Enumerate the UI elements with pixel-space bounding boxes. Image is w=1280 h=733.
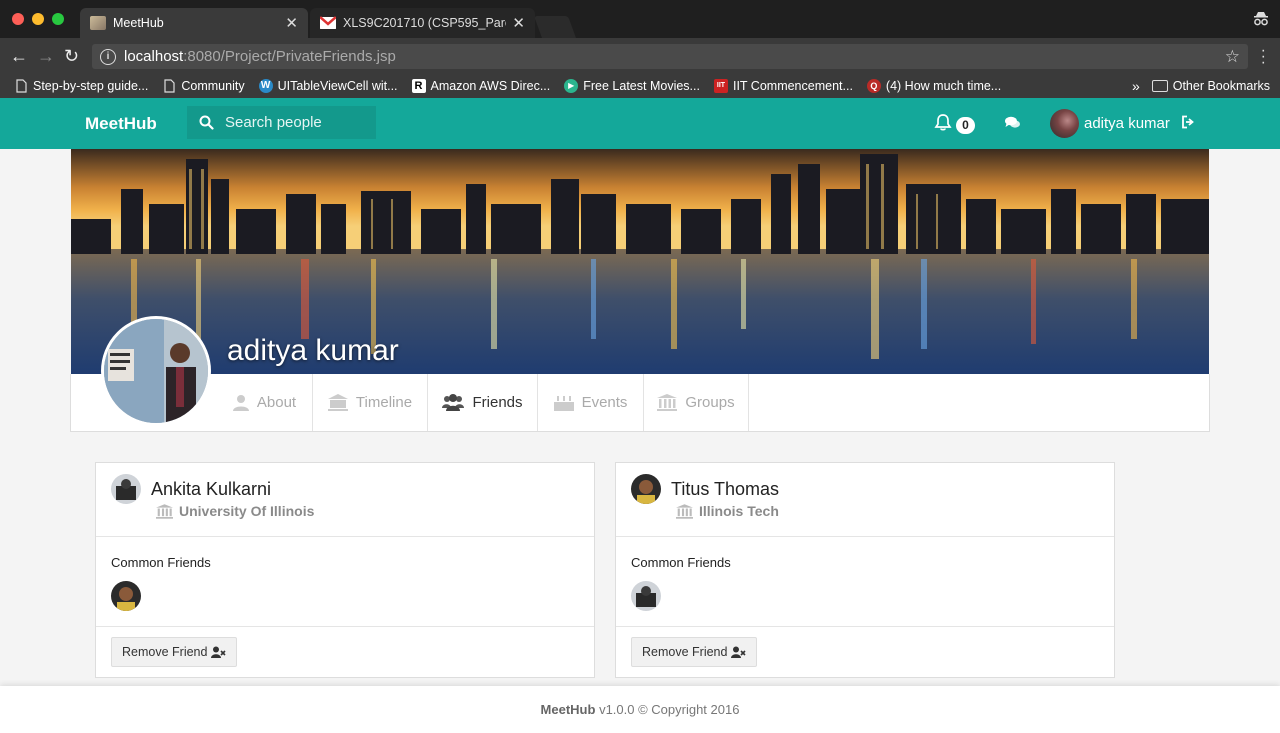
remove-friend-button[interactable]: Remove Friend: [631, 637, 758, 667]
page-footer: MeetHub v1.0.0 © Copyright 2016: [0, 686, 1280, 733]
browser-tab-bar: MeetHub ✕ XLS9C201710 (CSP595_Pare ✕: [0, 0, 1280, 38]
common-friends-section: Common Friends: [616, 537, 1114, 627]
search-icon: [199, 115, 214, 130]
friend-card-footer: Remove Friend: [96, 627, 594, 677]
avatar[interactable]: [1050, 109, 1079, 138]
wordpress-icon: W: [258, 79, 273, 93]
footer-copyright: v1.0.0 © Copyright 2016: [599, 702, 740, 717]
bookmark-item[interactable]: Q (4) How much time...: [866, 79, 1001, 93]
common-friends-label: Common Friends: [631, 555, 731, 570]
more-bookmarks-chevron-icon[interactable]: »: [1132, 78, 1140, 94]
search-box: [187, 106, 376, 139]
url-host: localhost: [124, 48, 184, 65]
site-info-icon[interactable]: i: [100, 48, 116, 65]
user-times-icon: [731, 646, 747, 658]
profile-avatar[interactable]: [101, 316, 211, 426]
search-button[interactable]: [187, 106, 225, 139]
bookmark-star-icon[interactable]: ☆: [1225, 47, 1240, 67]
avatar[interactable]: [631, 581, 661, 611]
incognito-icon: [1254, 12, 1268, 26]
users-icon: [442, 394, 465, 411]
zoom-window-button[interactable]: [52, 13, 64, 25]
avatar[interactable]: [631, 474, 661, 504]
new-tab-button[interactable]: [533, 16, 577, 38]
minimize-window-button[interactable]: [32, 13, 44, 25]
sign-out-icon[interactable]: [1181, 115, 1195, 129]
r-icon: R: [411, 79, 426, 93]
profile-name: aditya kumar: [227, 334, 399, 367]
page-icon: [164, 79, 175, 93]
institution-icon: [156, 503, 173, 519]
browser-tab-meethub[interactable]: MeetHub ✕: [80, 8, 308, 38]
friend-school: Illinois Tech: [676, 503, 779, 519]
reload-icon[interactable]: ↻: [64, 46, 79, 67]
tab-about[interactable]: About: [217, 374, 313, 431]
gmail-icon: [320, 16, 336, 29]
bookmarks-bar: Step-by-step guide... Community W UITable…: [0, 74, 1280, 98]
bookmark-item[interactable]: Community: [162, 79, 245, 93]
browser-toolbar: ← → ↻ i localhost:8080/Project/PrivateFr…: [0, 38, 1280, 74]
other-bookmarks[interactable]: Other Bookmarks: [1173, 79, 1270, 93]
cake-icon: [553, 394, 574, 411]
friend-name[interactable]: Ankita Kulkarni: [151, 479, 271, 500]
institution-icon: [676, 503, 693, 519]
bookmark-item[interactable]: Step-by-step guide...: [14, 79, 148, 93]
tab-friends[interactable]: Friends: [428, 374, 538, 431]
window-controls: [12, 13, 64, 25]
bell-icon[interactable]: [934, 113, 952, 132]
address-bar[interactable]: i localhost:8080/Project/PrivateFriends.…: [92, 44, 1248, 69]
close-tab-icon[interactable]: ✕: [512, 14, 525, 32]
friend-card: Ankita Kulkarni University Of Illinois C…: [95, 462, 595, 678]
play-icon: ▶: [564, 79, 579, 93]
tab-timeline[interactable]: Timeline: [313, 374, 428, 431]
app-navbar: MeetHub aditya kumar: [0, 98, 1280, 149]
profile-tabs: About Timeline Friends Events Groups: [70, 374, 1210, 432]
browser-menu-icon[interactable]: · · ·: [1261, 43, 1266, 71]
common-friends-label: Common Friends: [111, 555, 211, 570]
back-arrow-icon[interactable]: ←: [10, 46, 28, 67]
tab-title: MeetHub: [113, 16, 164, 30]
notification-count-badge: 0: [956, 117, 975, 134]
friend-card: Titus Thomas Illinois Tech Common Friend…: [615, 462, 1115, 678]
iit-icon: IIT: [713, 79, 728, 93]
friend-card-header: Titus Thomas Illinois Tech: [616, 463, 1114, 537]
profile-photo-image: [104, 319, 208, 423]
bookmark-item[interactable]: ▶ Free Latest Movies...: [564, 79, 700, 93]
browser-tab-gmail[interactable]: XLS9C201710 (CSP595_Pare ✕: [310, 8, 535, 38]
tab-title: XLS9C201710 (CSP595_Pare: [343, 16, 507, 30]
close-window-button[interactable]: [12, 13, 24, 25]
page-icon: [16, 79, 27, 93]
avatar[interactable]: [111, 581, 141, 611]
friend-name[interactable]: Titus Thomas: [671, 479, 779, 500]
folder-icon: [1151, 80, 1168, 92]
bookmark-item[interactable]: W UITableViewCell wit...: [258, 79, 398, 93]
search-input[interactable]: [225, 114, 365, 131]
user-icon: [232, 394, 249, 411]
nav-username[interactable]: aditya kumar: [1084, 115, 1170, 132]
close-tab-icon[interactable]: ✕: [285, 14, 298, 32]
brand-logo[interactable]: MeetHub: [85, 114, 157, 134]
bookmark-item[interactable]: R Amazon AWS Direc...: [411, 79, 550, 93]
chat-icon[interactable]: [1004, 115, 1021, 130]
url-path: :8080/Project/PrivateFriends.jsp: [183, 48, 396, 65]
quora-icon: Q: [866, 79, 881, 93]
tab-groups[interactable]: Groups: [644, 374, 749, 431]
institution-icon: [657, 394, 678, 411]
friend-card-footer: Remove Friend: [616, 627, 1114, 677]
tab-events[interactable]: Events: [538, 374, 644, 431]
footer-brand: MeetHub: [540, 702, 596, 717]
remove-friend-button[interactable]: Remove Friend: [111, 637, 238, 667]
forward-arrow-icon[interactable]: →: [37, 46, 55, 67]
avatar[interactable]: [111, 474, 141, 504]
friend-school: University Of Illinois: [156, 503, 314, 519]
common-friends-section: Common Friends: [96, 537, 594, 627]
friend-card-header: Ankita Kulkarni University Of Illinois: [96, 463, 594, 537]
user-times-icon: [211, 646, 227, 658]
meethub-favicon-icon: [90, 16, 106, 30]
bookmark-item[interactable]: IIT IIT Commencement...: [713, 79, 853, 93]
timeline-icon: [327, 394, 348, 411]
